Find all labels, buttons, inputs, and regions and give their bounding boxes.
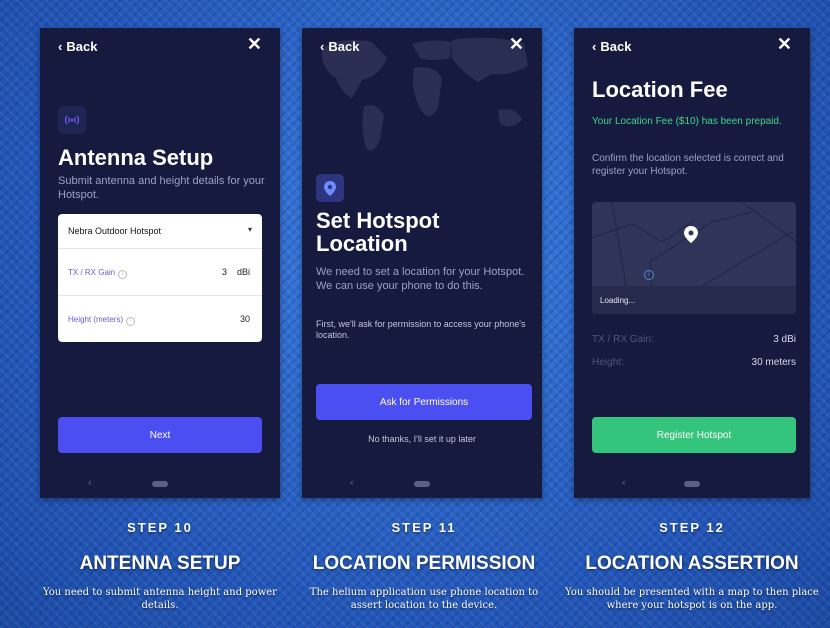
height-field[interactable]: Height (meters) i 30 [58, 296, 262, 342]
android-nav-bar: ‹ [40, 468, 280, 498]
map-loading-text: Loading... [600, 296, 636, 305]
gain-unit: dBi [236, 267, 250, 277]
page-title: Antenna Setup [58, 145, 214, 170]
step-label: STEP 10 [127, 520, 193, 535]
antenna-setup-screen: ‹ Back ✕ Antenna Setup Submit antenna an… [40, 28, 280, 498]
chevron-left-icon: ‹ [58, 39, 63, 54]
map-loading-strip: Loading... [592, 286, 796, 314]
nav-back-icon[interactable]: ‹ [622, 477, 626, 489]
chevron-left-icon: ‹ [320, 39, 325, 54]
nav-home-pill[interactable] [152, 481, 168, 487]
caption-title: LOCATION PERMISSION [312, 553, 536, 574]
step-label: STEP 11 [391, 520, 457, 535]
back-button[interactable]: ‹ Back [592, 39, 631, 54]
permission-note: First, we'll ask for permission to acces… [316, 319, 526, 341]
height-value: 30 meters [751, 357, 796, 368]
info-icon[interactable]: i [126, 317, 136, 326]
close-icon[interactable]: ✕ [247, 34, 262, 55]
nav-back-icon[interactable]: ‹ [350, 477, 354, 489]
info-icon[interactable]: i [644, 270, 654, 280]
ask-permissions-button[interactable]: Ask for Permissions [316, 384, 532, 420]
location-pin-icon [316, 174, 344, 202]
map-pin-icon [684, 226, 698, 248]
height-label: Height: [592, 357, 624, 368]
caption-description: The helium application use phone locatio… [309, 587, 539, 611]
location-map[interactable]: i Loading... [592, 202, 796, 314]
gain-label: TX / RX Gain: [592, 334, 654, 345]
location-permission-screen: ‹ Back ✕ Set Hotspot Location We need to… [302, 28, 542, 498]
gain-label: TX / RX Gain [68, 268, 116, 277]
caption-title: ANTENNA SETUP [79, 553, 241, 574]
page-title: Location Fee [592, 77, 728, 102]
back-button[interactable]: ‹ Back [320, 39, 359, 54]
antenna-form-card: Nebra Outdoor Hotspot ▾ TX / RX Gain i 3 … [58, 214, 262, 342]
next-button[interactable]: Next [58, 417, 262, 453]
gain-field[interactable]: TX / RX Gain i 3 dBi [58, 249, 262, 296]
info-icon[interactable]: i [118, 270, 128, 279]
back-label: Back [600, 39, 632, 54]
caption-description: You should be presented with a map to th… [565, 587, 819, 611]
back-label: Back [328, 39, 360, 54]
page-body: We need to set a location for your Hotsp… [316, 266, 525, 292]
step-label: STEP 12 [659, 520, 725, 535]
gain-row: TX / RX Gain: 3 dBi [592, 334, 796, 345]
nav-back-icon[interactable]: ‹ [88, 477, 92, 489]
skip-link[interactable]: No thanks, I'll set it up later [302, 434, 542, 444]
close-icon[interactable]: ✕ [509, 34, 524, 55]
gain-value: 3 [221, 267, 227, 277]
page-title: Set Hotspot Location [316, 208, 440, 257]
location-fee-screen: ‹ Back ✕ Location Fee Your Location Fee … [574, 28, 810, 498]
chevron-down-icon: ▾ [247, 225, 252, 234]
height-value: 30 [239, 314, 250, 324]
close-icon[interactable]: ✕ [777, 34, 792, 55]
android-nav-bar: ‹ [574, 468, 810, 498]
android-nav-bar: ‹ [302, 468, 542, 498]
register-hotspot-button[interactable]: Register Hotspot [592, 417, 796, 453]
gain-value: 3 dBi [773, 334, 796, 345]
back-button[interactable]: ‹ Back [58, 39, 97, 54]
back-label: Back [66, 39, 98, 54]
chevron-left-icon: ‹ [592, 39, 597, 54]
caption-title: LOCATION ASSERTION [585, 553, 799, 574]
select-value: Nebra Outdoor Hotspot [68, 226, 162, 236]
nav-home-pill[interactable] [414, 481, 430, 487]
page-subtitle: Submit antenna and height details for yo… [58, 175, 265, 201]
height-row: Height: 30 meters [592, 357, 796, 368]
nav-home-pill[interactable] [684, 481, 700, 487]
caption-description: You need to submit antenna height and po… [43, 587, 277, 611]
height-label: Height (meters) [68, 315, 124, 324]
confirm-text: Confirm the location selected is correct… [592, 153, 784, 177]
prepaid-message: Your Location Fee ($10) has been prepaid… [592, 116, 782, 127]
antenna-icon [58, 106, 86, 134]
hotspot-model-select[interactable]: Nebra Outdoor Hotspot ▾ [58, 214, 262, 249]
